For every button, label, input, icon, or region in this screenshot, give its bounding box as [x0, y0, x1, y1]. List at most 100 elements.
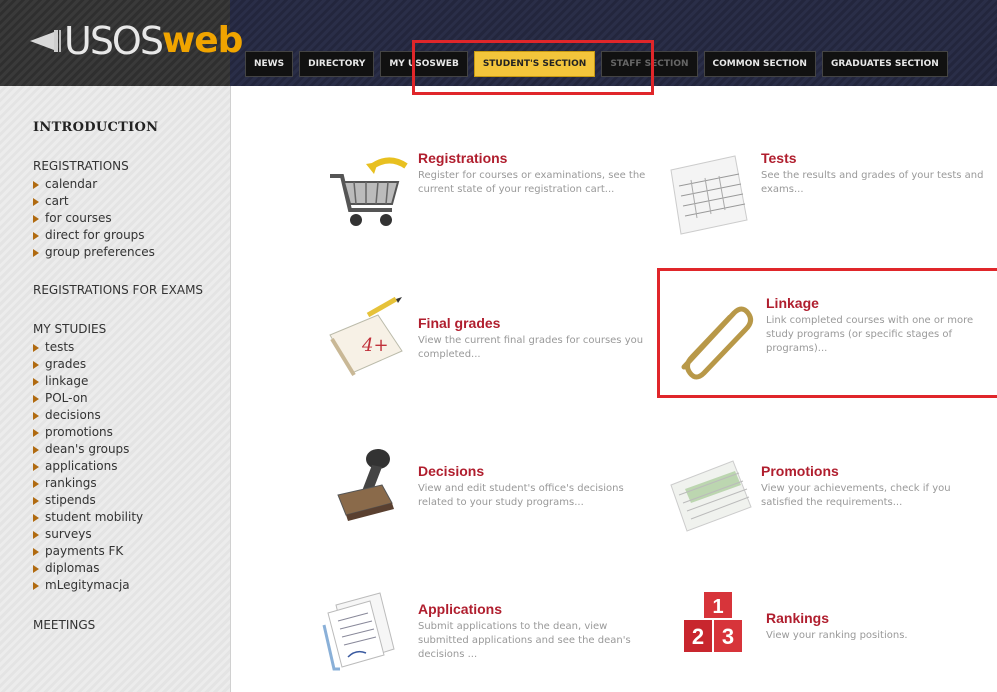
bullet-icon — [33, 360, 39, 369]
test-sheet-icon — [665, 150, 755, 240]
bullet-icon — [33, 496, 39, 505]
podium-icon: 1 2 3 — [670, 592, 760, 682]
sidebar-item-payments-fk[interactable]: payments FK — [33, 543, 223, 560]
sidebar-item-label: rankings — [45, 476, 97, 490]
sidebar-item-label: dean's groups — [45, 442, 130, 456]
sidebar-item-label: calendar — [45, 177, 98, 191]
tab-highlight-box — [412, 40, 654, 95]
tile-title[interactable]: Final grades — [418, 315, 648, 331]
sidebar-item-label: promotions — [45, 425, 113, 439]
sidebar-item-cart[interactable]: cart — [33, 193, 223, 210]
sidebar-item-applications[interactable]: applications — [33, 458, 223, 475]
sidebar-item-surveys[interactable]: surveys — [33, 526, 223, 543]
sidebar-item-group-preferences[interactable]: group preferences — [33, 244, 223, 261]
sidebar-registrations-heading[interactable]: REGISTRATIONS — [33, 159, 223, 174]
logo-text-web: web — [161, 20, 243, 61]
sidebar-item-diplomas[interactable]: diplomas — [33, 560, 223, 577]
tile-decisions[interactable]: Decisions View and edit student's office… — [322, 445, 648, 535]
sidebar-item-label: group preferences — [45, 245, 155, 259]
stamp-icon — [322, 445, 412, 535]
bullet-icon — [33, 343, 39, 352]
tile-applications[interactable]: Applications Submit applications to the … — [322, 585, 648, 675]
grade-book-icon: 4+ — [322, 295, 412, 385]
sidebar-item-label: linkage — [45, 374, 89, 388]
sidebar-item-promotions[interactable]: promotions — [33, 424, 223, 441]
grade-text: 4+ — [361, 335, 389, 356]
tile-description: See the results and grades of your tests… — [761, 170, 984, 195]
sidebar-item-label: stipends — [45, 493, 96, 507]
shopping-cart-icon — [322, 150, 412, 240]
logo-area: USOS web — [0, 0, 243, 86]
bullet-icon — [33, 180, 39, 189]
bullet-icon — [33, 231, 39, 240]
usosweb-logo[interactable]: USOS web — [28, 18, 243, 63]
sidebar-item-label: direct for groups — [45, 228, 145, 242]
bullet-icon — [33, 462, 39, 471]
sidebar-item-pol-on[interactable]: POL-on — [33, 390, 223, 407]
tile-description: Submit applications to the dean, view su… — [418, 621, 631, 660]
bullet-icon — [33, 530, 39, 539]
tile-description: View your achievements, check if you sat… — [761, 483, 951, 508]
bullet-icon — [33, 411, 39, 420]
sidebar-item-label: surveys — [45, 527, 92, 541]
tile-title[interactable]: Applications — [418, 601, 648, 617]
sidebar-item-rankings[interactable]: rankings — [33, 475, 223, 492]
bullet-icon — [33, 214, 39, 223]
sidebar-item-student-mobility[interactable]: student mobility — [33, 509, 223, 526]
sidebar-item-grades[interactable]: grades — [33, 356, 223, 373]
sidebar-item-for-courses[interactable]: for courses — [33, 210, 223, 227]
sidebar-registrations-for-exams[interactable]: REGISTRATIONS FOR EXAMS — [33, 283, 223, 298]
sidebar-item-deans-groups[interactable]: dean's groups — [33, 441, 223, 458]
rank-1-text: 1 — [712, 596, 723, 618]
logo-text-usos: USOS — [64, 18, 164, 63]
bullet-icon — [33, 248, 39, 257]
bullet-icon — [33, 394, 39, 403]
spreadsheet-icon — [665, 445, 755, 535]
tile-description: Register for courses or examinations, se… — [418, 170, 646, 195]
sidebar-item-label: for courses — [45, 211, 112, 225]
bullet-icon — [33, 428, 39, 437]
bullet-icon — [33, 547, 39, 556]
tile-title[interactable]: Registrations — [418, 150, 648, 166]
sidebar-item-direct-for-groups[interactable]: direct for groups — [33, 227, 223, 244]
sidebar-item-label: cart — [45, 194, 69, 208]
tile-promotions[interactable]: Promotions View your achievements, check… — [665, 445, 991, 535]
bullet-icon — [33, 581, 39, 590]
sidebar-item-label: POL-on — [45, 391, 88, 405]
sidebar-my-studies-heading[interactable]: MY STUDIES — [33, 322, 223, 337]
tile-final-grades[interactable]: 4+ Final grades View the current final g… — [322, 295, 648, 385]
sidebar-item-calendar[interactable]: calendar — [33, 176, 223, 193]
bullet-icon — [33, 377, 39, 386]
tile-title[interactable]: Decisions — [418, 463, 648, 479]
sidebar-item-label: payments FK — [45, 544, 124, 558]
sidebar-item-label: applications — [45, 459, 118, 473]
tab-graduates-section[interactable]: GRADUATES SECTION — [821, 51, 948, 77]
sidebar-registrations-list: calendar cart for courses direct for gro… — [33, 176, 223, 261]
sidebar-item-tests[interactable]: tests — [33, 339, 223, 356]
tile-description: View and edit student's office's decisio… — [418, 483, 624, 508]
tile-tests[interactable]: Tests See the results and grades of your… — [665, 150, 991, 240]
sidebar-item-mlegitymacja[interactable]: mLegitymacja — [33, 577, 223, 594]
sidebar-my-studies-list: tests grades linkage POL-on decisions pr… — [33, 339, 223, 594]
sidebar-meetings[interactable]: MEETINGS — [33, 618, 223, 633]
tile-title[interactable]: Tests — [761, 150, 991, 166]
bullet-icon — [33, 445, 39, 454]
tab-common-section[interactable]: COMMON SECTION — [703, 51, 816, 77]
tab-news[interactable]: NEWS — [245, 51, 294, 77]
sidebar-item-label: decisions — [45, 408, 101, 422]
sidebar-item-linkage[interactable]: linkage — [33, 373, 223, 390]
tile-title[interactable]: Rankings — [766, 610, 996, 626]
sidebar-item-label: grades — [45, 357, 87, 371]
sidebar-item-stipends[interactable]: stipends — [33, 492, 223, 509]
tile-title[interactable]: Promotions — [761, 463, 991, 479]
bullet-icon — [33, 479, 39, 488]
tab-directory[interactable]: DIRECTORY — [299, 51, 375, 77]
tile-registrations[interactable]: Registrations Register for courses or ex… — [322, 150, 648, 240]
tile-rankings[interactable]: 1 2 3 Rankings View your ranking positio… — [670, 592, 996, 682]
sidebar-item-label: diplomas — [45, 561, 100, 575]
bullet-icon — [33, 564, 39, 573]
sidebar-introduction[interactable]: INTRODUCTION — [33, 120, 223, 135]
bullet-icon — [33, 197, 39, 206]
sidebar-item-decisions[interactable]: decisions — [33, 407, 223, 424]
rank-3-text: 3 — [722, 624, 734, 649]
